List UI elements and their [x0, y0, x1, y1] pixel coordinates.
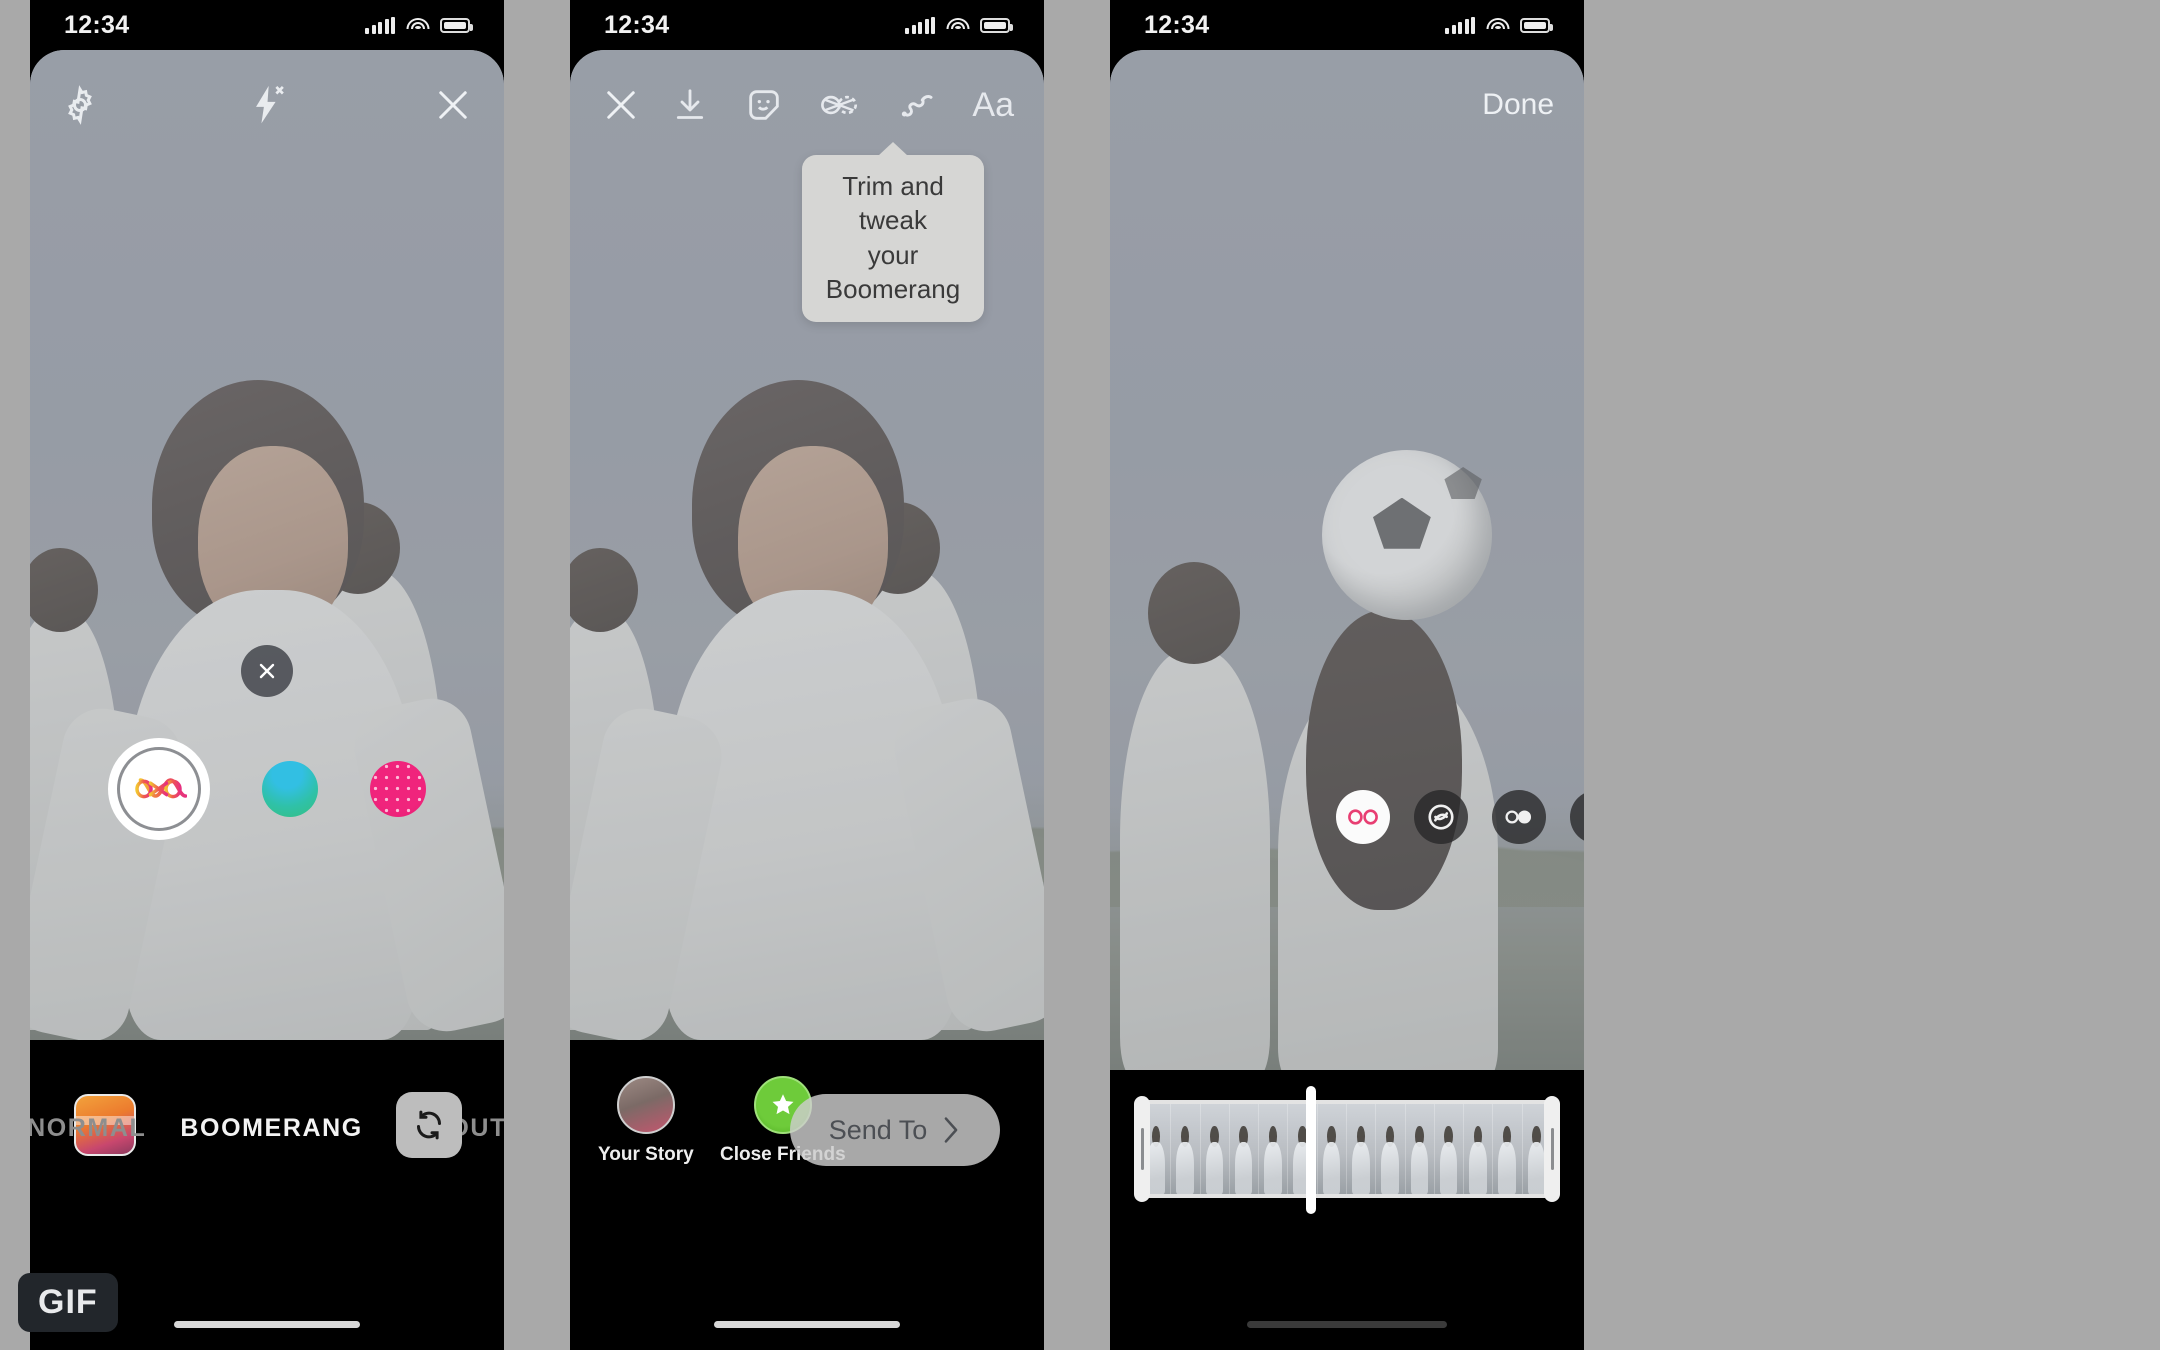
trim-bottom-bar — [1110, 1070, 1584, 1350]
editor-bottom-bar: Your Story Close Friends Send To — [570, 1040, 1044, 1350]
camera-top-bar — [30, 50, 504, 160]
phone-editor: 12:34 Aa Trim and tweak your Boomerang Y… — [570, 0, 1044, 1350]
close-icon[interactable] — [432, 84, 474, 126]
text-icon-label: Aa — [972, 85, 1014, 124]
tooltip-line-1: Trim and tweak — [842, 171, 944, 236]
home-indicator — [174, 1321, 360, 1328]
phone-boomerang-trim: 12:34 Done — [1110, 0, 1584, 1350]
share-destinations: Your Story Close Friends Send To — [570, 1076, 1044, 1206]
viewfinder-image — [30, 50, 504, 1040]
status-icons — [1445, 16, 1553, 34]
signal-bars-icon — [1445, 16, 1475, 34]
destination-label: Your Story — [598, 1144, 694, 1165]
chevron-right-icon — [944, 1117, 958, 1143]
dismiss-effect-button[interactable] — [241, 645, 293, 697]
editor-screen: Aa Trim and tweak your Boomerang Your St… — [570, 50, 1044, 1350]
boomerang-icon[interactable] — [818, 85, 862, 125]
trim-screen: Done — [1110, 50, 1584, 1350]
effect-duo-icon[interactable] — [1492, 790, 1546, 844]
camera-screen: NORMAL BOOMERANG LAYOUT — [30, 50, 504, 1350]
filter-pink[interactable] — [370, 761, 426, 817]
gear-icon[interactable] — [60, 85, 100, 125]
status-icons — [905, 16, 1013, 34]
text-icon[interactable]: Aa — [972, 86, 1014, 125]
preview-image — [1110, 50, 1584, 1070]
signal-bars-icon — [365, 16, 395, 34]
signal-bars-icon — [905, 16, 935, 34]
draw-icon[interactable] — [896, 85, 938, 125]
boomerang-tooltip: Trim and tweak your Boomerang — [802, 155, 984, 323]
wifi-icon — [406, 17, 429, 34]
status-time: 12:34 — [1144, 10, 1210, 39]
capture-controls — [30, 738, 504, 840]
status-icons — [365, 16, 473, 34]
send-to-button[interactable]: Send To — [790, 1094, 1000, 1166]
effect-slowmo-icon[interactable] — [1570, 790, 1584, 844]
mode-boomerang[interactable]: BOOMERANG — [180, 1114, 362, 1143]
tooltip-line-2: your Boomerang — [825, 239, 961, 304]
done-button[interactable]: Done — [1482, 88, 1554, 122]
effect-echo-icon[interactable] — [1414, 790, 1468, 844]
wifi-icon — [946, 17, 969, 34]
effects-row — [1336, 790, 1584, 844]
home-indicator — [714, 1321, 900, 1328]
flip-camera-icon[interactable] — [396, 1092, 462, 1158]
done-label: Done — [1482, 88, 1554, 121]
trim-top-bar: Done — [1110, 50, 1584, 160]
status-bar: 12:34 — [30, 0, 504, 50]
phone-camera: 12:34 NORMAL BOOMERANG — [30, 0, 504, 1350]
shutter-button[interactable] — [108, 738, 210, 840]
filter-teal[interactable] — [262, 761, 318, 817]
mode-normal[interactable]: NORMAL — [30, 1114, 146, 1143]
home-indicator — [1247, 1321, 1447, 1328]
editor-top-bar: Aa — [570, 50, 1044, 160]
trim-handle-right[interactable] — [1544, 1096, 1560, 1202]
flash-off-icon[interactable] — [243, 82, 289, 128]
status-bar: 12:34 — [570, 0, 1044, 50]
download-icon[interactable] — [670, 85, 710, 125]
trim-handle-left[interactable] — [1134, 1096, 1150, 1202]
playhead[interactable] — [1306, 1086, 1316, 1214]
status-time: 12:34 — [64, 10, 130, 39]
sticker-icon[interactable] — [744, 85, 784, 125]
send-to-label: Send To — [828, 1114, 928, 1145]
gif-badge: GIF — [18, 1273, 118, 1332]
wifi-icon — [1486, 17, 1509, 34]
user-avatar — [616, 1076, 675, 1134]
status-bar: 12:34 — [1110, 0, 1584, 50]
effect-classic-icon[interactable] — [1336, 790, 1390, 844]
battery-icon — [1520, 17, 1553, 33]
status-time: 12:34 — [604, 10, 670, 39]
battery-icon — [440, 17, 473, 33]
destination-your-story[interactable]: Your Story — [598, 1076, 694, 1166]
screenshot-canvas: 12:34 NORMAL BOOMERANG 12:34 Aa Trim and… — [0, 0, 2160, 1350]
battery-icon — [980, 17, 1013, 33]
trim-filmstrip[interactable] — [1138, 1100, 1556, 1198]
close-icon[interactable] — [600, 84, 642, 126]
camera-viewfinder[interactable] — [30, 50, 504, 1040]
boomerang-preview[interactable] — [1110, 50, 1584, 1070]
